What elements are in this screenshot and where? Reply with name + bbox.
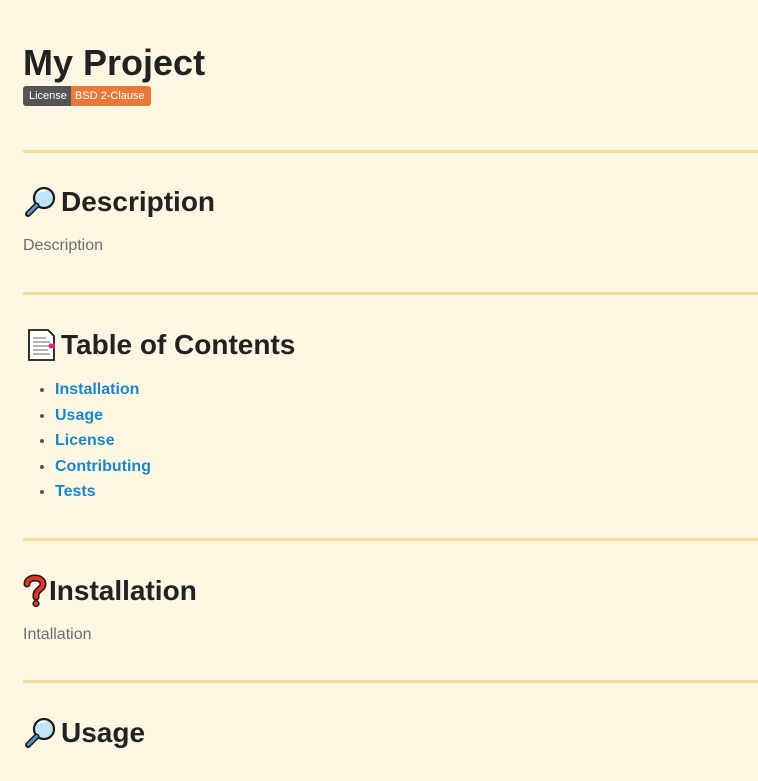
section-title: Usage bbox=[61, 716, 146, 748]
section-title: Table of Contents bbox=[61, 329, 296, 360]
divider bbox=[23, 292, 758, 295]
list-item: Usage bbox=[55, 403, 758, 429]
toc-list: Installation Usage License Contributing … bbox=[23, 377, 758, 505]
list-item: License bbox=[55, 428, 758, 454]
toc-link-usage[interactable]: Usage bbox=[55, 407, 103, 424]
badge-label: License bbox=[23, 86, 71, 106]
divider bbox=[23, 679, 758, 683]
page-title: My Project bbox=[23, 42, 206, 83]
toc-link-license[interactable]: License bbox=[55, 432, 115, 449]
list-item: Tests bbox=[55, 479, 758, 505]
section-toc-heading: Table of Contents bbox=[23, 325, 758, 365]
section-title: Description bbox=[61, 186, 216, 217]
section-body: Intallation bbox=[23, 625, 92, 643]
list-item: Installation bbox=[55, 377, 758, 403]
section-title: Installation bbox=[49, 574, 197, 606]
readme-page: My Project License BSD 2-Clause Descript… bbox=[0, 0, 758, 753]
divider bbox=[23, 537, 758, 541]
section-usage-heading: Usage bbox=[23, 713, 758, 753]
magnifier-icon bbox=[23, 184, 59, 220]
question-mark-icon bbox=[23, 573, 47, 609]
section-description-heading: Description bbox=[23, 182, 758, 222]
section-body: Description bbox=[23, 237, 104, 254]
section-installation-heading: Installation bbox=[23, 571, 758, 611]
toc-link-installation[interactable]: Installation bbox=[55, 381, 139, 398]
badge-value: BSD 2-Clause bbox=[70, 86, 151, 106]
magnifier-icon bbox=[23, 715, 59, 751]
divider bbox=[23, 150, 758, 153]
license-badge[interactable]: License BSD 2-Clause bbox=[23, 86, 151, 106]
toc-link-tests[interactable]: Tests bbox=[55, 483, 96, 500]
list-item: Contributing bbox=[55, 454, 758, 480]
document-icon bbox=[23, 327, 59, 363]
toc-link-contributing[interactable]: Contributing bbox=[55, 458, 151, 475]
